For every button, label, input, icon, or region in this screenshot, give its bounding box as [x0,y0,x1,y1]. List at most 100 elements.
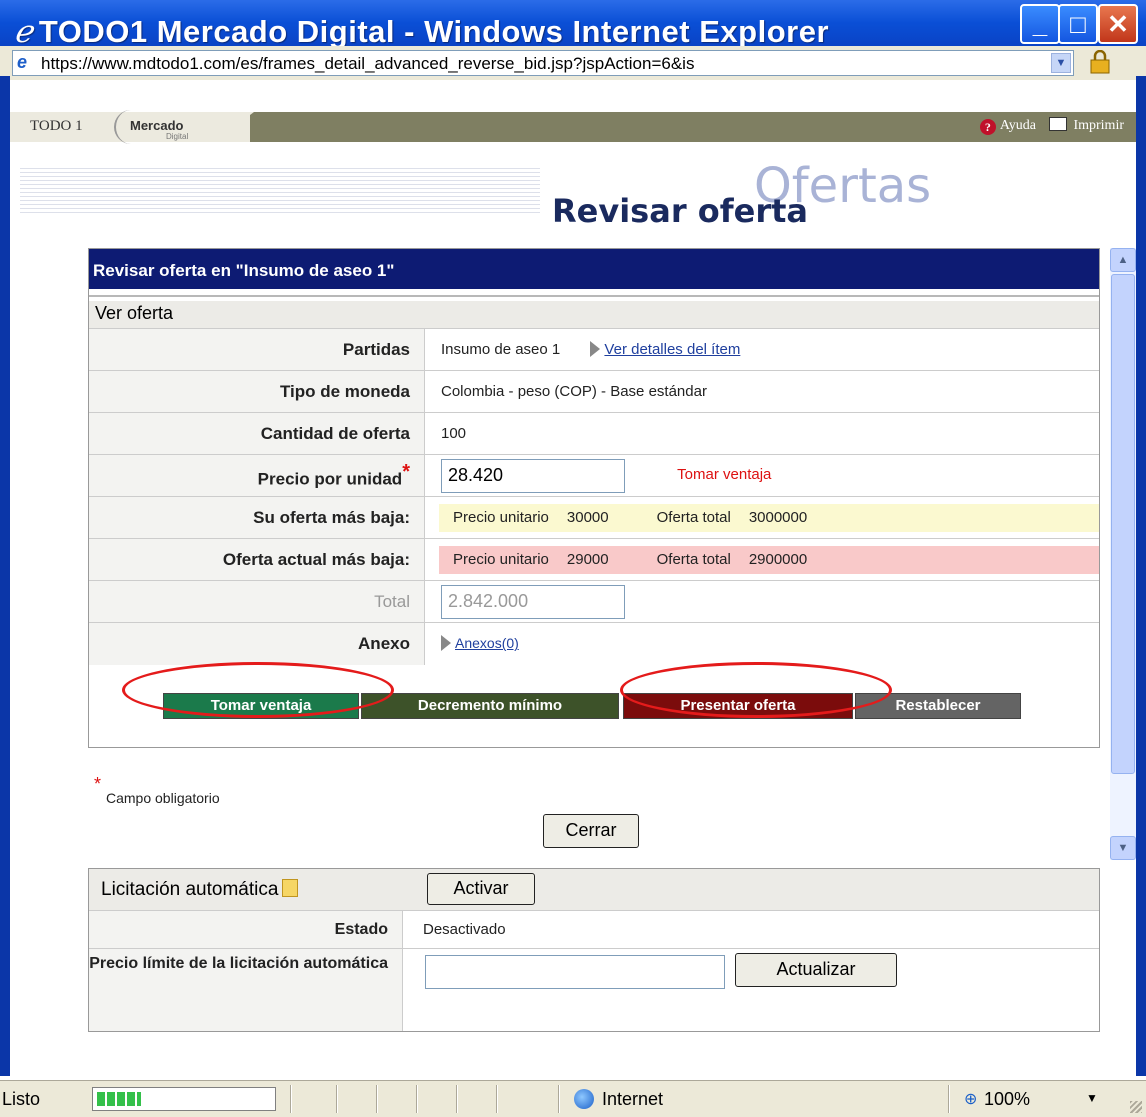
scroll-up-button[interactable]: ▲ [1110,248,1136,272]
row-anexo: Anexo Anexos(0) [89,622,1099,665]
row-actual: Oferta actual más baja: Precio unitario 2… [89,538,1099,581]
required-asterisk: * [94,774,102,794]
cantidad-label: Cantidad de oferta [89,412,425,455]
moneda-value: Colombia - peso (COP) - Base estándar [424,370,1099,413]
partidas-value: Insumo de aseo 1 [441,341,561,358]
status-divider [416,1085,418,1113]
limit-price-input[interactable] [425,955,725,989]
unit-price-input[interactable]: 28.420 [441,458,625,493]
scroll-down-button[interactable]: ▼ [1110,836,1136,860]
cantidad-value: 100 [424,412,1099,455]
row-partidas: Partidas Insumo de aseo 1 Ver detalles d… [89,328,1099,371]
row-moneda: Tipo de moneda Colombia - peso (COP) - B… [89,370,1099,413]
su-oferta-unit-label: Precio unitario [453,508,549,526]
required-asterisk: * [402,461,410,484]
vertical-scrollbar[interactable]: ▲ ▼ [1110,248,1136,860]
window-frame-left [0,76,10,1076]
actual-unit-value: 29000 [566,550,609,568]
minimum-decrement-button[interactable]: Decremento mínimo [361,693,619,719]
su-oferta-total-label: Oferta total [656,508,731,526]
zoom-level[interactable]: 100% [984,1089,1030,1110]
partidas-value-cell: Insumo de aseo 1 Ver detalles del ítem [424,328,1099,371]
resize-grip[interactable] [1130,1101,1142,1113]
zoom-dropdown-icon[interactable]: ▼ [1086,1091,1098,1105]
actual-label: Oferta actual más baja: [89,538,425,581]
lock-icon[interactable] [1088,50,1112,74]
logo-sub2-text: Digital [166,132,189,141]
row-cantidad: Cantidad de oferta 100 [89,412,1099,455]
offer-form-table: Partidas Insumo de aseo 1 Ver detalles d… [89,328,1099,665]
su-oferta-unit-value: 30000 [566,508,609,526]
actual-total-value: 2900000 [748,550,808,568]
update-button[interactable]: Actualizar [735,953,897,987]
app-header: TODO 1 Mercado Digital ? Ayuda Imprimir [10,110,1136,144]
help-icon[interactable]: ? [979,119,996,135]
window-title: ℯ TODO1 Mercado Digital - Windows Interne… [14,14,829,50]
row-total: Total 2.842.000 [89,580,1099,623]
row-precio: Precio por unidad* 28.420 Tomar ventaja [89,454,1099,497]
minimize-icon: _ [1032,9,1048,39]
su-oferta-total-value: 3000000 [748,508,808,526]
take-advantage-hint: Tomar ventaja [677,466,772,484]
auto-bid-header: Licitación automática Activar [89,869,1099,911]
page-title: Revisar oferta [552,192,809,230]
su-oferta-highlight: Precio unitario 30000 Oferta total 3000000 [439,503,1099,532]
total-field: 2.842.000 [441,584,625,619]
url-dropdown-button[interactable]: ▼ [1051,53,1071,73]
limit-price-label: Precio límite de la licitación automátic… [89,949,403,1031]
auto-bid-status-row: Estado Desactivado [89,911,1099,949]
maximize-button[interactable]: □ [1058,4,1098,44]
zoom-icon[interactable]: ⊕ [964,1089,977,1109]
status-divider [376,1085,378,1113]
estado-value: Desactivado [423,921,506,938]
actual-highlight: Precio unitario 29000 Oferta total 2900000 [439,545,1099,574]
status-divider [336,1085,338,1113]
url-text: https://www.mdtodo1.com/es/frames_detail… [41,54,695,73]
header-links: ? Ayuda Imprimir [979,117,1124,135]
close-window-button[interactable]: ✕ [1098,4,1138,44]
print-icon[interactable] [1049,117,1068,131]
url-field[interactable]: e https://www.mdtodo1.com/es/frames_deta… [12,50,1074,76]
partidas-label: Partidas [89,328,425,371]
arrow-right-icon [590,341,601,357]
precio-label: Precio por unidad [257,469,403,489]
actual-cell: Precio unitario 29000 Oferta total 2900000 [424,538,1099,581]
attachments-link[interactable]: Anexos(0) [455,635,519,651]
item-details-link[interactable]: Ver detalles del ítem [604,341,740,358]
close-icon: ✕ [1107,9,1129,39]
annotation-circle [122,662,394,718]
minimize-button[interactable]: _ [1020,4,1060,44]
total-label: Total [89,580,425,623]
status-divider [558,1085,560,1113]
precio-value-cell: 28.420 Tomar ventaja [424,454,1099,497]
help-link[interactable]: Ayuda [1000,118,1036,133]
activate-button[interactable]: Activar [427,873,535,905]
annotation-circle [620,662,892,718]
anexo-label: Anexo [89,622,425,665]
actual-unit-label: Precio unitario [453,550,549,568]
status-bar: Listo Internet ⊕ 100% ▼ [0,1080,1146,1117]
ie-logo-icon: ℯ [14,14,33,49]
scroll-thumb[interactable] [1111,274,1135,774]
su-oferta-cell: Precio unitario 30000 Oferta total 3000000 [424,496,1099,539]
status-text: Listo [2,1089,41,1109]
actual-total-label: Oferta total [656,550,731,568]
security-zone: Internet [602,1089,664,1109]
maximize-icon: □ [1070,9,1086,39]
total-cell: 2.842.000 [424,580,1099,623]
close-button[interactable]: Cerrar [543,814,639,848]
auto-bid-limit-row: Precio límite de la licitación automátic… [89,949,1099,1031]
precio-label-cell: Precio por unidad* [89,454,425,497]
page-icon: e [17,52,28,72]
globe-icon [574,1089,594,1109]
status-divider [456,1085,458,1113]
status-divider [290,1085,292,1113]
status-divider [948,1085,950,1113]
moneda-label: Tipo de moneda [89,370,425,413]
auto-bid-panel: Licitación automática Activar Estado Des… [88,868,1100,1032]
row-su-oferta: Su oferta más baja: Precio unitario 30000… [89,496,1099,539]
note-icon[interactable] [282,879,299,897]
su-oferta-label: Su oferta más baja: [89,496,425,539]
print-link[interactable]: Imprimir [1073,118,1124,133]
auto-bid-title-text: Licitación automática [101,879,279,900]
